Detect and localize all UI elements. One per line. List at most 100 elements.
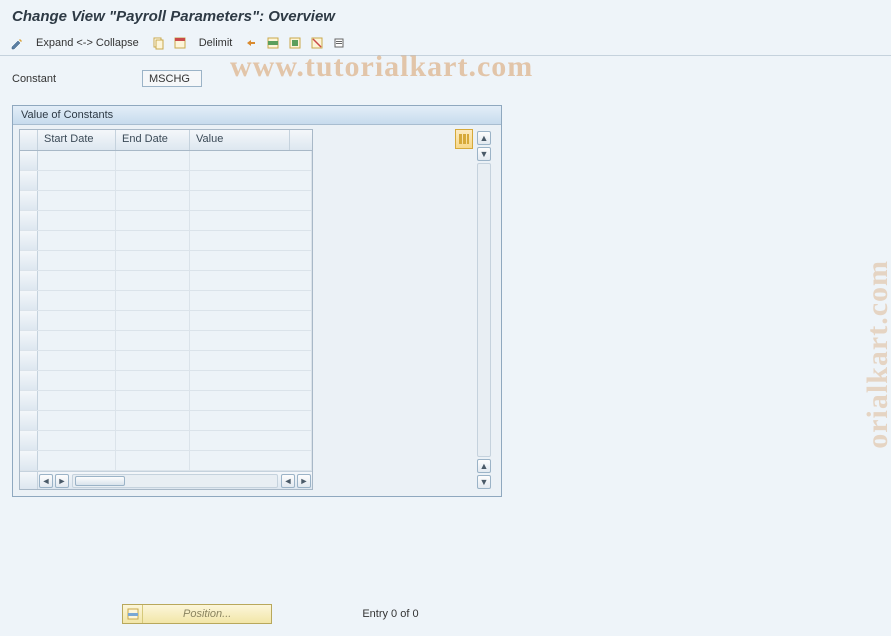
cell-end-date[interactable] (116, 371, 190, 390)
row-selector[interactable] (20, 151, 38, 170)
scroll-right-icon[interactable]: ► (55, 474, 69, 488)
select-all-rows-icon[interactable] (264, 34, 282, 52)
undo-change-icon[interactable] (242, 34, 260, 52)
cell-end-date[interactable] (116, 271, 190, 290)
cell-value[interactable] (190, 451, 312, 470)
cell-start-date[interactable] (38, 171, 116, 190)
cell-start-date[interactable] (38, 231, 116, 250)
cell-end-date[interactable] (116, 351, 190, 370)
cell-start-date[interactable] (38, 291, 116, 310)
cell-end-date[interactable] (116, 251, 190, 270)
cell-end-date[interactable] (116, 311, 190, 330)
cell-end-date[interactable] (116, 431, 190, 450)
cell-start-date[interactable] (38, 191, 116, 210)
cell-value[interactable] (190, 391, 312, 410)
cell-value[interactable] (190, 351, 312, 370)
scroll-right-end-icon[interactable]: ► (297, 474, 311, 488)
table-row (20, 431, 312, 451)
cell-start-date[interactable] (38, 431, 116, 450)
cell-value[interactable] (190, 431, 312, 450)
hscroll-thumb[interactable] (75, 476, 125, 486)
scroll-left-icon[interactable]: ◄ (39, 474, 53, 488)
cell-value[interactable] (190, 171, 312, 190)
position-button[interactable]: Position... (122, 604, 272, 624)
cell-end-date[interactable] (116, 231, 190, 250)
vscroll-track[interactable] (477, 163, 491, 457)
cell-start-date[interactable] (38, 351, 116, 370)
scroll-left-end-icon[interactable]: ◄ (281, 474, 295, 488)
cell-start-date[interactable] (38, 151, 116, 170)
cell-value[interactable] (190, 251, 312, 270)
cell-start-date[interactable] (38, 331, 116, 350)
row-selector[interactable] (20, 411, 38, 430)
cell-start-date[interactable] (38, 391, 116, 410)
row-selector[interactable] (20, 391, 38, 410)
cell-value[interactable] (190, 411, 312, 430)
cell-start-date[interactable] (38, 271, 116, 290)
row-selector[interactable] (20, 211, 38, 230)
cell-value[interactable] (190, 311, 312, 330)
cell-end-date[interactable] (116, 191, 190, 210)
row-selector[interactable] (20, 371, 38, 390)
delimit-button[interactable]: Delimit (193, 35, 239, 51)
table-row (20, 191, 312, 211)
column-end-date[interactable]: End Date (116, 130, 190, 150)
select-all-header[interactable] (20, 130, 38, 150)
cell-value[interactable] (190, 291, 312, 310)
cell-start-date[interactable] (38, 411, 116, 430)
toggle-display-change-icon[interactable] (8, 34, 26, 52)
column-start-date[interactable]: Start Date (38, 130, 116, 150)
table-row (20, 411, 312, 431)
cell-value[interactable] (190, 231, 312, 250)
row-selector[interactable] (20, 431, 38, 450)
row-selector[interactable] (20, 331, 38, 350)
constant-input[interactable]: MSCHG (142, 70, 202, 87)
cell-value[interactable] (190, 331, 312, 350)
print-icon[interactable] (330, 34, 348, 52)
cell-start-date[interactable] (38, 311, 116, 330)
cell-value[interactable] (190, 211, 312, 230)
scroll-down-end-icon[interactable]: ▼ (477, 475, 491, 489)
cell-start-date[interactable] (38, 451, 116, 470)
scroll-up-icon[interactable]: ▲ (477, 131, 491, 145)
row-selector[interactable] (20, 171, 38, 190)
cell-end-date[interactable] (116, 291, 190, 310)
column-value[interactable]: Value (190, 130, 290, 150)
select-all-icon[interactable] (171, 34, 189, 52)
select-block-icon[interactable] (286, 34, 304, 52)
row-selector[interactable] (20, 451, 38, 470)
hscroll-track[interactable] (72, 474, 278, 488)
expand-collapse-button[interactable]: Expand <-> Collapse (30, 35, 145, 51)
cell-value[interactable] (190, 191, 312, 210)
table-row (20, 451, 312, 471)
deselect-all-icon[interactable] (308, 34, 326, 52)
toolbar: Expand <-> Collapse Delimit (0, 31, 891, 56)
cell-start-date[interactable] (38, 211, 116, 230)
row-selector[interactable] (20, 251, 38, 270)
cell-start-date[interactable] (38, 371, 116, 390)
cell-start-date[interactable] (38, 251, 116, 270)
table-row (20, 251, 312, 271)
scroll-down-icon[interactable]: ▼ (477, 147, 491, 161)
copy-icon[interactable] (149, 34, 167, 52)
cell-end-date[interactable] (116, 391, 190, 410)
configure-columns-icon[interactable] (455, 129, 473, 149)
cell-end-date[interactable] (116, 411, 190, 430)
row-selector[interactable] (20, 291, 38, 310)
cell-value[interactable] (190, 271, 312, 290)
row-selector[interactable] (20, 191, 38, 210)
row-selector[interactable] (20, 231, 38, 250)
horizontal-scrollbar: ◄ ► ◄ ► (20, 471, 312, 489)
cell-end-date[interactable] (116, 211, 190, 230)
cell-value[interactable] (190, 151, 312, 170)
row-selector[interactable] (20, 351, 38, 370)
cell-end-date[interactable] (116, 451, 190, 470)
scroll-up-end-icon[interactable]: ▲ (477, 459, 491, 473)
row-selector[interactable] (20, 271, 38, 290)
cell-end-date[interactable] (116, 331, 190, 350)
cell-end-date[interactable] (116, 151, 190, 170)
cell-end-date[interactable] (116, 171, 190, 190)
footer: Position... Entry 0 of 0 (0, 604, 891, 624)
cell-value[interactable] (190, 371, 312, 390)
row-selector[interactable] (20, 311, 38, 330)
